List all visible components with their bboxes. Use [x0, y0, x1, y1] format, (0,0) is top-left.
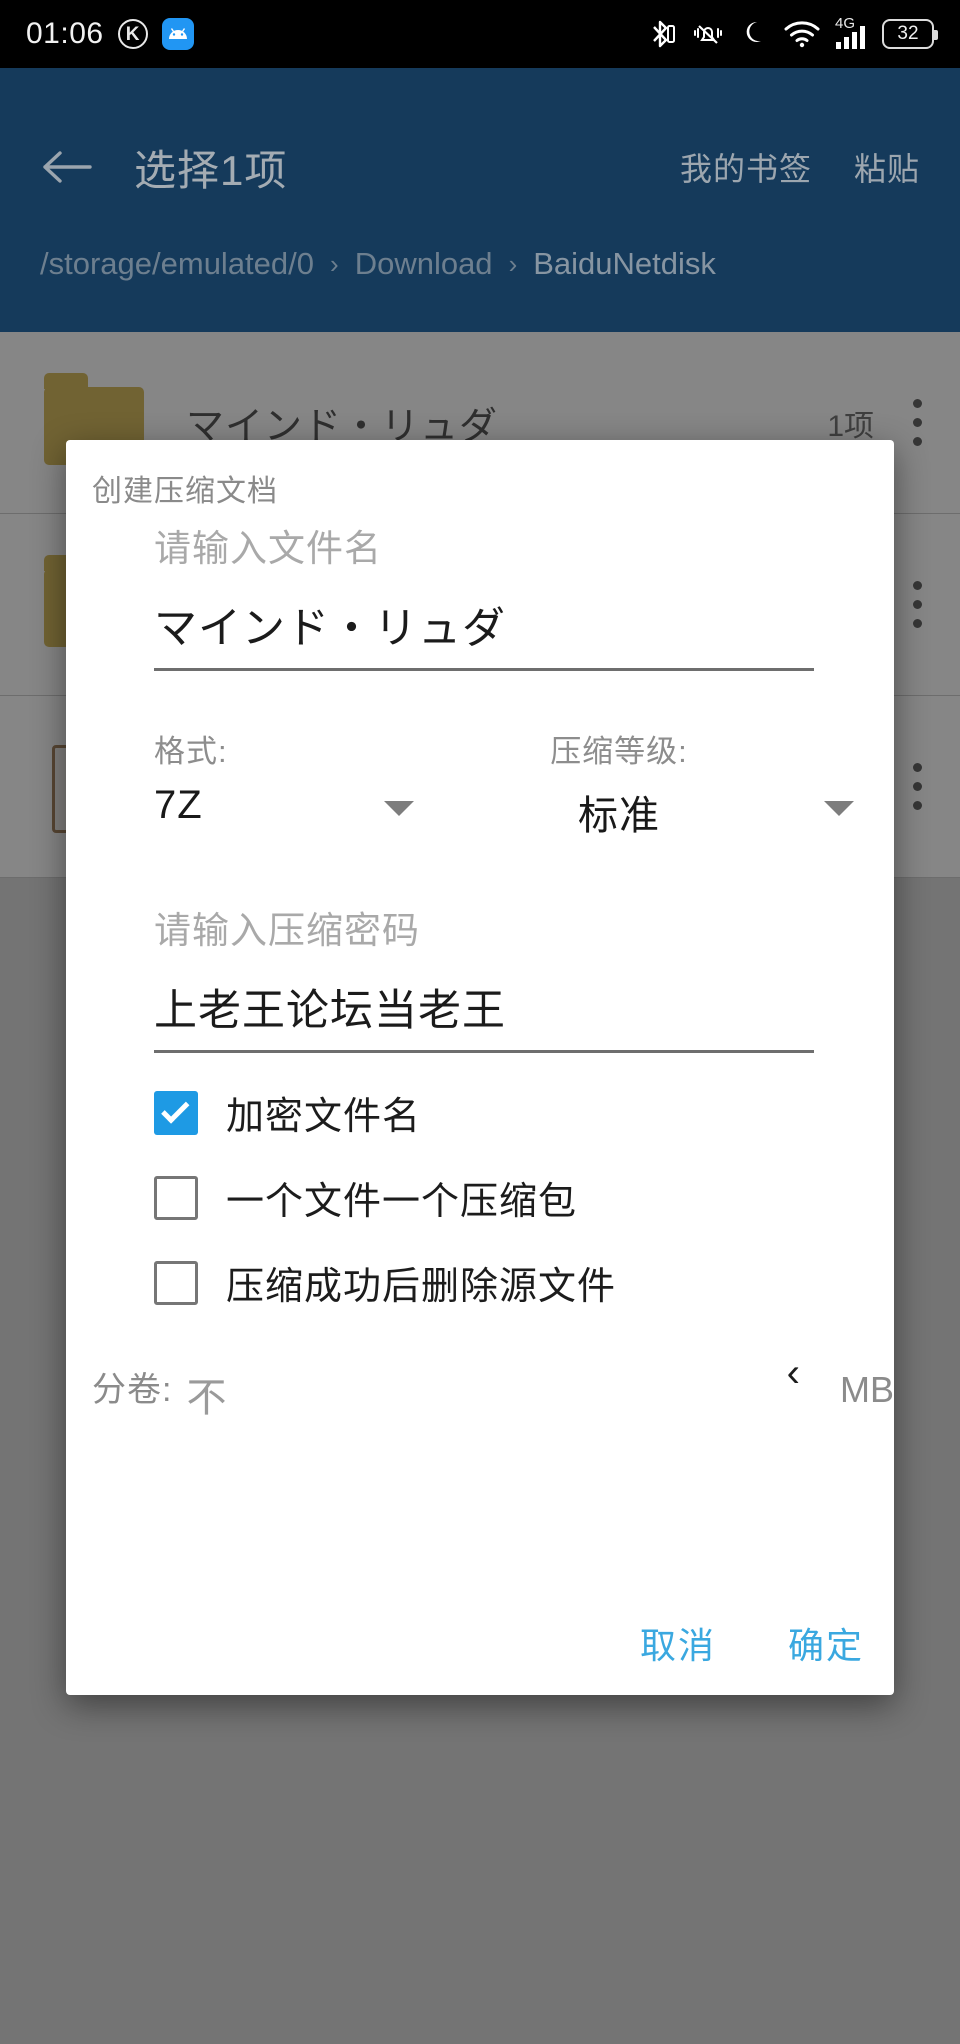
status-bar-left: 01:06 K — [26, 17, 194, 51]
android-app-icon — [161, 18, 194, 50]
password-underline — [154, 1050, 814, 1053]
create-archive-dialog: 创建压缩文档 请输入文件名 マインド・リュダ 格式: 7Z 压缩等级: 标准 请… — [66, 440, 894, 1695]
format-label: 格式: — [154, 734, 228, 769]
split-volume-label: 分卷: — [92, 1371, 173, 1409]
wifi-icon — [784, 20, 820, 48]
dialog-scrim-top — [0, 68, 960, 332]
network-type-label: 4G — [835, 15, 856, 32]
filename-value: マインド・リュダ — [154, 605, 506, 653]
checkbox-encrypt-filename[interactable]: 加密文件名 — [154, 1085, 421, 1140]
phone-screen: 01:06 K 4G 32 选择1项 我的书签 粘贴 /storage/emul… — [0, 0, 960, 2044]
dialog-actions: 取消 确定 — [640, 1617, 864, 1669]
format-value: 7Z — [154, 783, 203, 827]
vibrate-mute-icon — [690, 19, 726, 49]
confirm-button[interactable]: 确定 — [788, 1617, 864, 1669]
split-volume-input[interactable]: 不 ‹ — [180, 1353, 816, 1423]
filename-underline — [154, 668, 814, 671]
compression-level-select[interactable]: 压缩等级: 标准 — [444, 726, 854, 841]
chevron-left-icon[interactable]: ‹ — [787, 1353, 800, 1393]
bluetooth-icon — [649, 18, 675, 50]
compression-level-label: 压缩等级: — [550, 734, 688, 769]
battery-icon: 32 — [882, 19, 938, 49]
checkbox-box-checked[interactable] — [154, 1090, 198, 1135]
status-bar-right: 4G 32 — [649, 15, 938, 50]
dialog-title: 创建压缩文档 — [92, 475, 278, 508]
format-select[interactable]: 格式: 7Z — [154, 726, 444, 828]
cancel-button[interactable]: 取消 — [640, 1617, 716, 1669]
checkbox-delete-source-after[interactable]: 压缩成功后删除源文件 — [154, 1255, 616, 1310]
password-value: 上老王论坛当老王 — [154, 987, 506, 1035]
chevron-down-icon[interactable] — [824, 801, 854, 816]
compression-level-value: 标准 — [578, 794, 660, 838]
filename-field[interactable]: 请输入文件名 マインド・リュダ — [154, 518, 814, 671]
do-not-disturb-moon-icon — [741, 19, 769, 49]
cellular-4g-icon: 4G — [835, 15, 867, 50]
chevron-down-icon[interactable] — [384, 801, 414, 816]
checkbox-one-archive-per-file[interactable]: 一个文件一个压缩包 — [154, 1170, 577, 1225]
filename-placeholder: 请输入文件名 — [154, 528, 382, 569]
checkbox-label: 一个文件一个压缩包 — [226, 1181, 578, 1223]
checkbox-box-unchecked[interactable] — [154, 1175, 198, 1220]
kaspersky-icon: K — [117, 19, 148, 49]
split-volume-unit: MB — [840, 1369, 894, 1410]
status-bar: 01:06 K 4G 32 — [0, 0, 960, 68]
battery-level: 32 — [897, 23, 919, 44]
checkbox-box-unchecked[interactable] — [154, 1260, 198, 1305]
split-volume-row: 分卷: 不 ‹ MB — [92, 1353, 894, 1423]
split-volume-placeholder: 不 — [186, 1376, 227, 1420]
password-field[interactable]: 请输入压缩密码 上老王论坛当老王 — [154, 900, 814, 1053]
checkbox-label: 压缩成功后删除源文件 — [226, 1266, 617, 1308]
password-placeholder: 请输入压缩密码 — [154, 910, 420, 951]
checkbox-label: 加密文件名 — [226, 1096, 422, 1138]
status-clock: 01:06 — [26, 17, 104, 50]
